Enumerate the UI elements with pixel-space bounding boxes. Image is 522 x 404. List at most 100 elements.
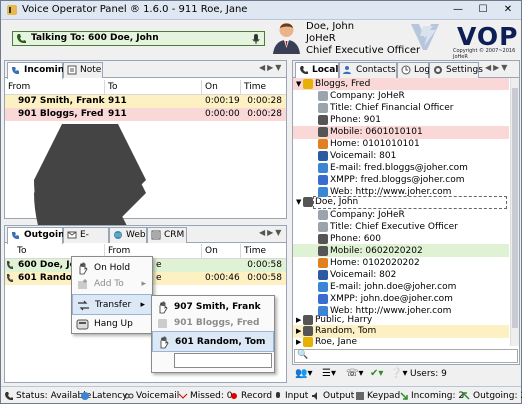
menu-item-add-to-label: Add To (94, 279, 124, 289)
scrollbar-thumb[interactable] (512, 88, 518, 328)
cell-time: 0:00:58 (247, 260, 282, 270)
status-available[interactable]: Status: Available (4, 390, 91, 402)
submenu-item[interactable]: 601 Random, Tom (152, 331, 274, 352)
table-row[interactable]: 907 Smith, Frank 911 0:00:19 0:00:28 (5, 95, 286, 348)
user-info: Doe, John JoHeR Chief Executive Officer (306, 21, 420, 57)
record-icon (231, 393, 237, 399)
app-phone-icon (7, 5, 17, 15)
tab-log[interactable]: Log (397, 62, 431, 78)
check-icon[interactable]: ✔▾ (370, 368, 383, 379)
status-incoming[interactable]: Incoming: 2 (399, 390, 464, 402)
transfer-number-input[interactable] (174, 353, 272, 368)
tab-local[interactable]: Local (295, 62, 339, 79)
status-outgoing[interactable]: Outgoing: 2 (461, 390, 522, 402)
cell-hold: 0:00:19 (205, 96, 240, 106)
search-icon: 🔍 (297, 350, 309, 360)
user-name: Doe, John (306, 21, 355, 32)
tab-email[interactable]: E-mail (63, 227, 109, 254)
tab-contacts-label: Contacts (356, 65, 396, 75)
tab-web[interactable]: Web (109, 227, 147, 243)
tab-note[interactable]: Note (63, 62, 103, 78)
minimize-button[interactable]: — (446, 2, 470, 18)
contact-item[interactable]: Roe, Jane (315, 336, 357, 349)
contact-field-phone-icon (318, 234, 328, 244)
expand-doe[interactable]: ▼ (296, 196, 301, 209)
status-output[interactable]: Output (311, 390, 354, 402)
status-keypad[interactable]: Keypad (355, 390, 400, 402)
status-latency[interactable]: Latency (80, 390, 128, 402)
tab-note-label: Note (80, 65, 102, 75)
transfer-submenu: 907 Smith, Frank 901 Bloggs, Fred 601 Ra… (151, 295, 275, 373)
right-tab-bar: Local Contacts Log Settings ◀▶▼ (293, 61, 519, 79)
status-missed[interactable]: Missed: 0 (178, 390, 233, 402)
tab-contacts[interactable]: Contacts (339, 62, 397, 78)
tab-scroll-controls[interactable]: ◀▶▼ (259, 63, 283, 72)
contact-field-xmpp-icon (318, 294, 328, 304)
menu-item-hang-up[interactable]: Hang Up (72, 314, 152, 335)
menu-item-transfer[interactable]: Transfer ▸ (72, 294, 152, 315)
col-from[interactable]: From (5, 80, 105, 95)
table-row[interactable]: 901 Bloggs, Fred 911 0:00:00 0:00:28 (5, 108, 286, 361)
list-view-icon[interactable]: ☰▾ (322, 368, 336, 379)
submenu-item-label: 901 Bloggs, Fred (174, 318, 260, 328)
add-contact-icon[interactable]: 👥▾ (295, 368, 312, 379)
menu-item-add-to[interactable]: Add To ▸ (72, 274, 152, 295)
cell-from: e (156, 260, 162, 270)
status-record[interactable]: Record (229, 390, 272, 402)
col-on-hold[interactable]: On Hold (202, 244, 241, 270)
main-window: Voice Operator Panel ® 1.6.0 - 911 Roe, … (0, 0, 522, 404)
talking-to-field[interactable]: Talking To: 600 Doe, John (12, 31, 265, 46)
microphone-icon[interactable] (252, 33, 260, 45)
email-icon (67, 231, 77, 239)
expand-bloggs[interactable]: ▼ (296, 78, 301, 91)
filter-icon[interactable]: ☏▾ (346, 368, 364, 379)
status-voicemail[interactable]: Voicemail (124, 390, 179, 402)
submenu-item-label: 601 Random, Tom (175, 337, 266, 347)
tab-scroll-controls[interactable]: ◀▶▼ (485, 63, 509, 72)
tree-scrollbar[interactable] (510, 78, 519, 346)
call-context-menu: On Hold Add To ▸ Transfer ▸ Hang Up (71, 256, 153, 334)
incoming-panel: Incoming Note ◀▶▼ From To On Hold Time 9… (4, 60, 287, 361)
tab-scroll-controls[interactable]: ◀▶▼ (259, 228, 283, 237)
submenu-arrow-icon: ▸ (141, 279, 146, 289)
tab-incoming[interactable]: Incoming (7, 62, 71, 79)
tab-crm[interactable]: CRM (147, 227, 187, 243)
contact-doe[interactable]: Doe, John (315, 196, 358, 209)
missed-call-icon (178, 393, 188, 399)
contact-field-company-icon (318, 91, 328, 101)
tab-outgoing[interactable]: Outgoing (7, 227, 71, 244)
status-bar: Status: Available Latency Voicemail Miss… (1, 386, 522, 403)
latency-icon (81, 392, 89, 400)
hand-icon (160, 336, 169, 349)
cell-hold (202, 259, 241, 272)
contact-field-email-icon (318, 163, 328, 173)
user-avatar (273, 23, 300, 54)
contacts-search-input[interactable]: 🔍 (294, 349, 518, 363)
input-text: Input (285, 391, 309, 401)
contact-field-company-icon (318, 210, 328, 220)
tab-log-label: Log (414, 65, 431, 75)
cell-from: 901 Bloggs, Fred (18, 109, 104, 119)
phone-icon (300, 66, 308, 74)
tab-settings[interactable]: Settings (429, 62, 483, 78)
col-time[interactable]: Time (241, 244, 286, 259)
help-icon[interactable]: ❔▾ (390, 368, 407, 379)
gear-icon (434, 66, 442, 74)
menu-item-on-hold-label: On Hold (94, 263, 131, 273)
cell-hold: 0:00:46 (205, 273, 240, 283)
col-to[interactable]: To (105, 80, 202, 95)
col-on-hold[interactable]: On Hold (202, 80, 241, 106)
phone-icon (5, 392, 13, 400)
maximize-button[interactable]: ☐ (471, 2, 495, 18)
close-button[interactable]: ✕ (496, 2, 520, 18)
latency-text: Latency (92, 391, 128, 401)
col-time[interactable]: Time (241, 80, 286, 95)
vop-logo: VOP Copyright © 2007~2016 JoHeR (409, 20, 521, 60)
cell-to: 911 (108, 109, 127, 119)
add-phone-icon (78, 279, 87, 289)
status-input[interactable]: Input (273, 390, 308, 402)
menu-item-hang-up-label: Hang Up (94, 319, 133, 329)
expand-contact[interactable]: ▶ (296, 336, 301, 349)
tab-web-label: Web (126, 230, 146, 240)
tab-crm-label: CRM (164, 230, 185, 240)
